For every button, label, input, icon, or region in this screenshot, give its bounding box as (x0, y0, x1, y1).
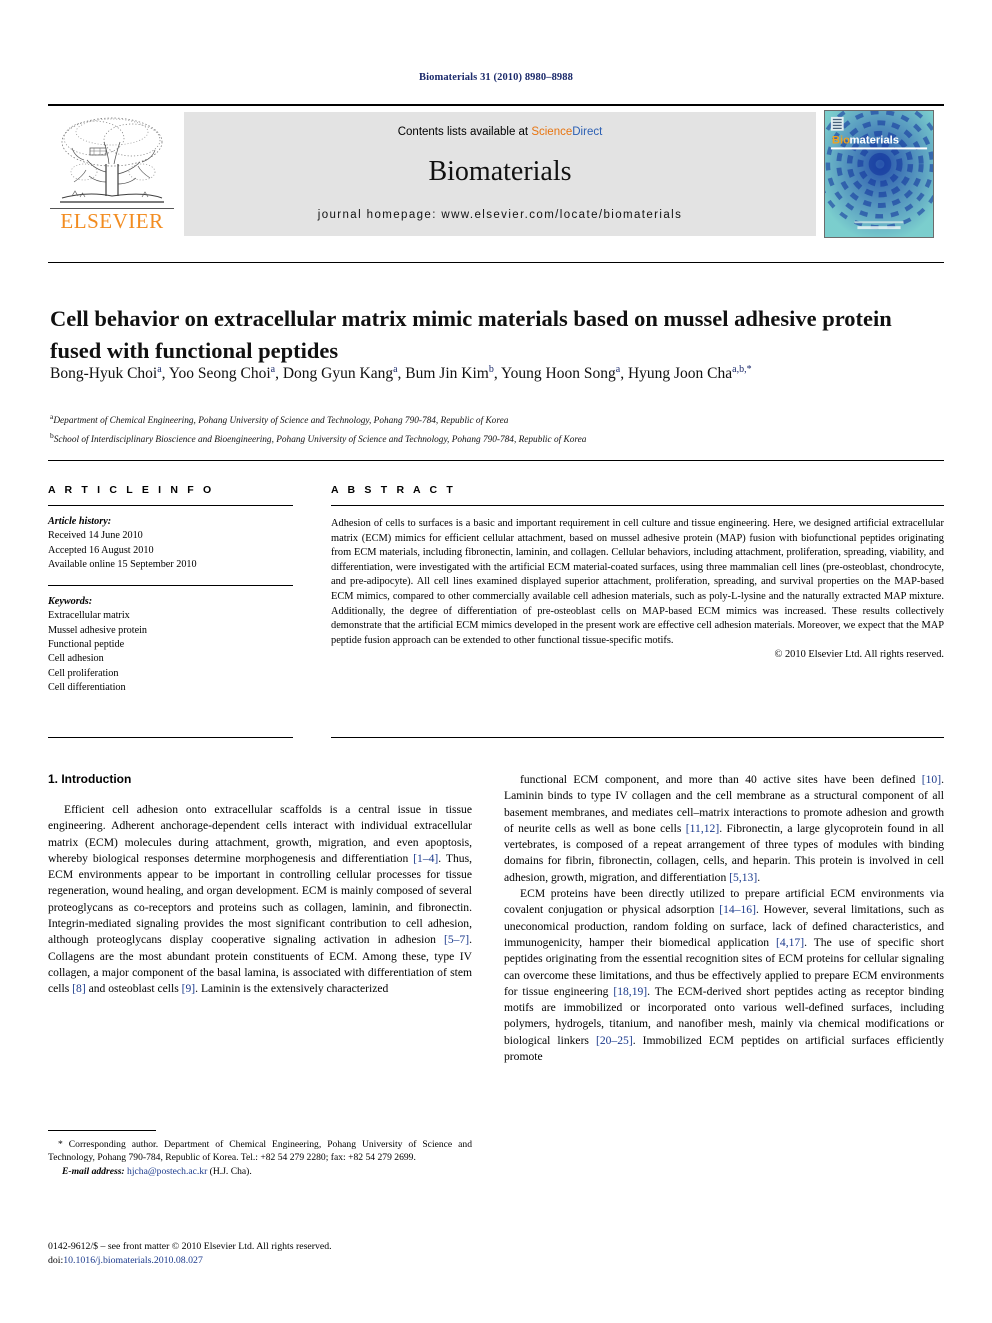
citation-link[interactable]: [14–16] (719, 903, 756, 916)
abstract-column: A B S T R A C T Adhesion of cells to sur… (331, 484, 944, 660)
citation-link[interactable]: [5,13] (729, 871, 757, 884)
history-accepted: Accepted 16 August 2010 (48, 544, 154, 556)
footnote-block: * Corresponding author. Department of Ch… (48, 1138, 472, 1178)
citation-link[interactable]: [5–7] (444, 933, 469, 946)
keywords-label: Keywords: (48, 596, 93, 608)
article-info-bottom-divider (48, 737, 293, 738)
intro-paragraph-left: Efficient cell adhesion onto extracellul… (48, 803, 472, 996)
abstract-bottom-divider (331, 737, 944, 738)
doi-label: doi: (48, 1254, 64, 1266)
affiliation-item: bSchool of Interdisciplinary Bioscience … (50, 430, 587, 445)
journal-header-panel: Contents lists available at ScienceDirec… (184, 112, 816, 236)
citation-link[interactable]: [4,17] (776, 936, 804, 949)
sciencedirect-link[interactable]: ScienceDirect (531, 126, 602, 138)
doi-link[interactable]: 10.1016/j.biomaterials.2010.08.027 (63, 1255, 203, 1266)
intro-paragraph-right-1: functional ECM component, and more than … (504, 773, 944, 884)
author-name: Bum Jin Kim (405, 365, 489, 383)
abstract-rule (331, 505, 944, 506)
contents-prefix: Contents lists available at (397, 126, 532, 138)
keyword-item: Functional peptide (48, 639, 125, 651)
affiliation-item: aDepartment of Chemical Engineering, Poh… (50, 412, 509, 427)
svg-text:Bio: Bio (832, 134, 850, 146)
journal-homepage-line[interactable]: journal homepage: www.elsevier.com/locat… (184, 209, 816, 221)
journal-cover-thumbnail: Bio materials (824, 110, 934, 238)
article-history-label: Article history: (48, 516, 112, 527)
article-info-rule (48, 505, 293, 506)
keyword-item: Mussel adhesive protein (48, 624, 148, 636)
svg-text:materials: materials (850, 134, 900, 146)
elsevier-wordmark: ELSEVIER (50, 208, 174, 232)
body-column-right: functional ECM component, and more than … (504, 772, 944, 1065)
running-head: Biomaterials 31 (2010) 8980–8988 (419, 72, 573, 83)
doi-line: doi:10.1016/j.biomaterials.2010.08.027 (48, 1254, 488, 1268)
history-online: Available online 15 September 2010 (48, 558, 197, 570)
keyword-item: Cell proliferation (48, 667, 119, 679)
keyword-item: Cell differentiation (48, 681, 126, 693)
author-name: Young Hoon Song (501, 365, 616, 383)
section-heading-introduction: 1. Introduction (48, 772, 132, 786)
journal-masthead: ELSEVIER Contents lists available at Sci… (48, 104, 944, 238)
email-suffix: (H.J. Cha). (207, 1165, 252, 1177)
sciencedirect-science: Science (531, 126, 573, 138)
author-affiliation-mark: a (615, 364, 621, 375)
abstract-heading: A B S T R A C T (331, 484, 456, 496)
article-history-group: Article history: Received 14 June 2010 A… (48, 515, 293, 572)
imprint-block: 0142-9612/$ – see front matter © 2010 El… (48, 1240, 488, 1267)
intro-paragraph-right-2: ECM proteins have been directly utilized… (504, 887, 944, 1064)
author-affiliation-mark: b (488, 364, 494, 375)
article-info-column: A R T I C L E I N F O Article history: R… (48, 484, 293, 695)
journal-article-page: Biomaterials 31 (2010) 8980–8988 ELSEVIE… (0, 0, 992, 1323)
citation-link[interactable]: [1–4] (413, 852, 438, 865)
author-list: Bong-Hyuk Choia, Yoo Seong Choia, Dong G… (50, 364, 752, 383)
abstract-body: Adhesion of cells to surfaces is a basic… (331, 518, 944, 646)
elsevier-logo: ELSEVIER (48, 112, 176, 236)
author-affiliation-mark: a (393, 364, 398, 375)
history-received: Received 14 June 2010 (48, 530, 143, 542)
body-column-left: 1. Introduction Efficient cell adhesion … (48, 772, 472, 998)
title-divider (48, 262, 944, 263)
author-affiliation-mark: a (270, 364, 276, 375)
keyword-item: Extracellular matrix (48, 610, 130, 622)
keywords-group: Keywords: Extracellular matrix Mussel ad… (48, 595, 293, 695)
citation-link[interactable]: [11,12] (686, 822, 719, 835)
email-label: E-mail address: (62, 1165, 125, 1177)
abstract-top-divider (48, 460, 944, 461)
author-affiliation-mark: a,b,* (732, 364, 752, 375)
contents-lists-line: Contents lists available at ScienceDirec… (184, 126, 816, 138)
citation-link[interactable]: [9] (182, 982, 196, 995)
author-name: Bong-Hyuk Choi (50, 365, 158, 383)
author-name: Yoo Seong Choi (168, 365, 271, 383)
affiliation-list: aDepartment of Chemical Engineering, Poh… (50, 410, 940, 447)
email-note: E-mail address: hjcha@postech.ac.kr (H.J… (48, 1165, 472, 1178)
sciencedirect-direct: Direct (572, 126, 603, 138)
affiliation-mark: a (50, 412, 54, 421)
email-link[interactable]: hjcha@postech.ac.kr (127, 1166, 207, 1177)
corresponding-author-note: * Corresponding author. Department of Ch… (48, 1139, 472, 1164)
cover-artwork: Bio materials (825, 111, 933, 237)
keyword-item: Cell adhesion (48, 653, 104, 665)
journal-title: Biomaterials (428, 156, 572, 187)
author-name: Hyung Joon Cha (627, 365, 733, 383)
affiliation-mark: b (50, 430, 54, 440)
elsevier-tree-icon (60, 117, 164, 203)
citation-link[interactable]: [18,19] (613, 985, 647, 998)
author-name: Dong Gyun Kang (282, 365, 394, 383)
citation-link[interactable]: [10] (922, 773, 941, 786)
keywords-rule (48, 585, 293, 587)
footnote-divider (48, 1130, 156, 1131)
citation-link[interactable]: [20–25] (596, 1034, 633, 1047)
author-affiliation-mark: a (157, 364, 162, 375)
issn-copyright-line: 0142-9612/$ – see front matter © 2010 El… (48, 1241, 332, 1252)
abstract-copyright: © 2010 Elsevier Ltd. All rights reserved… (774, 649, 945, 661)
article-info-heading: A R T I C L E I N F O (48, 484, 215, 496)
citation-link[interactable]: [8] (72, 982, 86, 995)
